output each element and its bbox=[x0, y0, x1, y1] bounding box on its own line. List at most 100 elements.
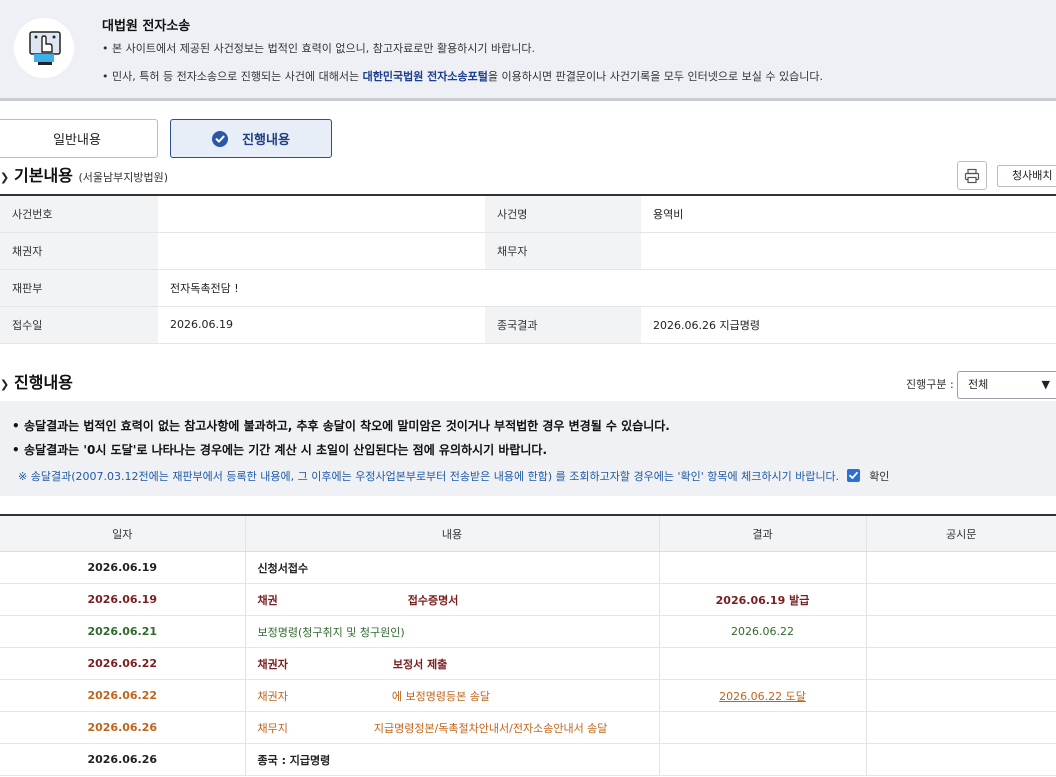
info-label: 사건명 bbox=[485, 194, 641, 233]
table-row: 2026.06.22 채권자 보정서 제출 bbox=[0, 647, 1056, 680]
info-label: 종국결과 bbox=[485, 306, 641, 344]
row-content-a: 채권 bbox=[257, 593, 278, 607]
info-value bbox=[158, 194, 485, 233]
row-content-a: 채권자 bbox=[257, 657, 288, 671]
info-label: 재판부 bbox=[0, 269, 158, 307]
row-notice bbox=[865, 615, 1056, 648]
row-notice bbox=[865, 711, 1056, 744]
guide-line-2-text: 송달결과는 '0시 도달'로 나타나는 경우에는 기간 계산 시 초일이 산입된… bbox=[24, 443, 548, 457]
info-value: 2026.06.26 지급명령 bbox=[641, 306, 1056, 344]
printer-icon bbox=[964, 168, 980, 184]
notice-line-1-text: 본 사이트에서 제공된 사건정보는 법적인 효력이 없으니, 참고자료로만 활용… bbox=[112, 42, 536, 55]
row-result bbox=[658, 551, 866, 584]
table-row: 2026.06.19 채권 접수증명서 2026.06.19 발급 bbox=[0, 583, 1056, 616]
row-content: 보정명령(청구취지 및 청구원인) bbox=[244, 615, 659, 648]
delivery-note-text: ※ 송달결과(2007.03.12전에는 재판부에서 등록한 내용에, 그 이후… bbox=[18, 470, 840, 483]
column-header-content: 내용 bbox=[244, 514, 659, 552]
delivery-note: ※ 송달결과(2007.03.12전에는 재판부에서 등록한 내용에, 그 이후… bbox=[18, 468, 889, 484]
confirm-checkbox[interactable] bbox=[846, 469, 860, 482]
confirm-label: 확인 bbox=[869, 470, 890, 483]
guide-line-1-text: 송달결과는 법적인 효력이 없는 참고사항에 불과하고, 추후 송달이 착오에 … bbox=[24, 419, 670, 433]
tab-general-label: 일반내용 bbox=[53, 133, 101, 148]
row-content: 채권자 보정서 제출 bbox=[244, 647, 659, 680]
redaction bbox=[287, 657, 393, 672]
info-row: 채권자 채무자 bbox=[0, 232, 1056, 270]
divider bbox=[0, 98, 1056, 101]
row-notice bbox=[865, 679, 1056, 712]
guide-line-1: • 송달결과는 법적인 효력이 없는 참고사항에 불과하고, 추후 송달이 착오에… bbox=[12, 419, 670, 433]
basic-info-title-text: 기본내용 bbox=[14, 166, 73, 185]
info-row: 접수일 2026.06.19 종국결과 2026.06.26 지급명령 bbox=[0, 306, 1056, 344]
notice-banner: 대법원 전자소송 • 본 사이트에서 제공된 사건정보는 법적인 효력이 없으니,… bbox=[0, 0, 1056, 98]
info-row: 재판부 전자독촉전담 ! bbox=[0, 269, 1056, 307]
row-date: 2026.06.26 bbox=[0, 711, 245, 744]
progress-type-select[interactable]: 전체 ▼ bbox=[957, 371, 1056, 399]
row-result: 2026.06.22 bbox=[658, 615, 866, 648]
info-value: 전자독촉전담 ! bbox=[158, 269, 1056, 307]
table-row: 2026.06.21 보정명령(청구취지 및 청구원인) 2026.06.22 bbox=[0, 615, 1056, 648]
row-content: 신청서접수 bbox=[244, 551, 659, 584]
notice-line-2-post: 을 이용하시면 판결문이나 사건기록을 모두 인터넷으로 보실 수 있습니다. bbox=[487, 70, 823, 83]
row-content-a: 채권자 bbox=[257, 689, 288, 703]
row-content: 채권자 에 보정명령등본 송달 bbox=[244, 679, 659, 712]
filter-label: 진행구분 : bbox=[906, 378, 954, 391]
row-date: 2026.06.26 bbox=[0, 743, 245, 776]
row-content-a: 신청서접수 bbox=[257, 561, 309, 575]
checkmark-icon bbox=[848, 471, 858, 479]
basic-info-title: ❯ 기본내용 (서울남부지방법원) bbox=[0, 162, 168, 186]
info-label: 사건번호 bbox=[0, 194, 158, 233]
info-value: 용역비 bbox=[641, 194, 1056, 233]
info-label: 채무자 bbox=[485, 232, 641, 270]
progress-table: 일자 내용 결과 공시문 2026.06.19 신청서접수 2026.06.19… bbox=[0, 514, 1056, 776]
progress-title: ❯ 진행내용 bbox=[0, 369, 73, 393]
row-result bbox=[658, 647, 866, 680]
notice-line-2: • 민사, 특허 등 전자소송으로 진행되는 사건에 대해서는 대한민국법원 전자… bbox=[102, 70, 823, 83]
progress-title-text: 진행내용 bbox=[14, 373, 73, 392]
info-label: 채권자 bbox=[0, 232, 158, 270]
row-date: 2026.06.22 bbox=[0, 647, 245, 680]
row-date: 2026.06.22 bbox=[0, 679, 245, 712]
notice-line-1: • 본 사이트에서 제공된 사건정보는 법적인 효력이 없으니, 참고자료로만 활… bbox=[102, 42, 536, 55]
print-button[interactable] bbox=[957, 161, 987, 190]
tab-progress-label: 진행내용 bbox=[242, 133, 290, 148]
row-notice bbox=[865, 647, 1056, 680]
redaction bbox=[287, 721, 374, 736]
row-content: 채무지 지급명령정본/독촉절차안내서/전자소송안내서 송달 bbox=[244, 711, 659, 744]
guide-line-2: • 송달결과는 '0시 도달'로 나타나는 경우에는 기간 계산 시 초일이 산입… bbox=[12, 443, 548, 457]
chevron-down-icon: ▼ bbox=[1041, 378, 1050, 391]
info-value bbox=[158, 232, 485, 270]
column-header-notice: 공시문 bbox=[865, 514, 1056, 552]
court-layout-button[interactable]: 청사배치 bbox=[997, 165, 1056, 187]
table-header-row: 일자 내용 결과 공시문 bbox=[0, 514, 1056, 552]
row-content-b: 에 보정명령등본 송달 bbox=[391, 689, 490, 703]
row-notice bbox=[865, 551, 1056, 584]
touch-screen-icon bbox=[14, 18, 74, 78]
row-content-b: 보정서 제출 bbox=[392, 657, 448, 671]
row-date: 2026.06.21 bbox=[0, 615, 245, 648]
row-notice bbox=[865, 583, 1056, 616]
notice-title: 대법원 전자소송 bbox=[102, 19, 191, 34]
row-content-a: 채무지 bbox=[257, 721, 288, 735]
row-content-b: 접수증명서 bbox=[407, 593, 459, 607]
row-date: 2026.06.19 bbox=[0, 583, 245, 616]
notice-line-2-pre: 민사, 특허 등 전자소송으로 진행되는 사건에 대해서는 bbox=[112, 70, 363, 83]
row-result: 2026.06.19 발급 bbox=[658, 583, 866, 616]
tab-progress[interactable]: 진행내용 bbox=[170, 119, 332, 158]
e-litigation-portal-link[interactable]: 대한민국법원 전자소송포털 bbox=[363, 70, 488, 83]
basic-info-table: 사건번호 사건명 용역비 채권자 채무자 재판부 전자독촉전담 ! 접수일 20… bbox=[0, 194, 1056, 344]
table-row: 2026.06.26 종국 : 지급명령 bbox=[0, 743, 1056, 776]
tab-general[interactable]: 일반내용 bbox=[0, 119, 158, 158]
row-notice bbox=[865, 743, 1056, 776]
row-result bbox=[658, 743, 866, 776]
row-content-b: 지급명령정본/독촉절차안내서/전자소송안내서 송달 bbox=[373, 721, 608, 735]
info-label: 접수일 bbox=[0, 306, 158, 344]
info-value: 2026.06.19 bbox=[158, 306, 485, 344]
delivery-result-link[interactable]: 2026.06.22 도달 bbox=[658, 679, 866, 712]
row-result bbox=[658, 711, 866, 744]
row-content: 종국 : 지급명령 bbox=[244, 743, 659, 776]
table-row: 2026.06.19 신청서접수 bbox=[0, 551, 1056, 584]
row-content: 채권 접수증명서 bbox=[244, 583, 659, 616]
chevron-right-icon: ❯ bbox=[0, 378, 10, 391]
column-header-date: 일자 bbox=[0, 514, 245, 552]
table-row: 2026.06.26 채무지 지급명령정본/독촉절차안내서/전자소송안내서 송달 bbox=[0, 711, 1056, 744]
